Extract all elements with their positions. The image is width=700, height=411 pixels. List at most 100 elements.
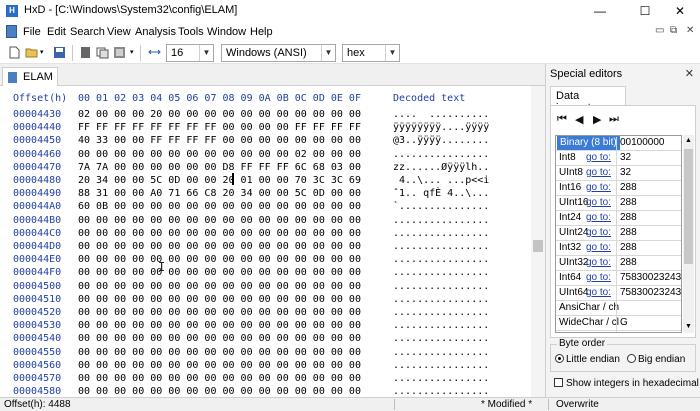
inspector-row[interactable]: Int24 go to: 288 xyxy=(556,211,681,227)
inspector-row[interactable]: UInt32 go to: 288 xyxy=(556,256,681,272)
row-hex-bytes[interactable]: 00 00 00 00 00 00 00 00 00 00 00 00 00 0… xyxy=(78,228,361,239)
row-hex-bytes[interactable]: 88 31 00 00 A0 71 66 C8 20 34 00 00 5C 0… xyxy=(78,188,361,199)
row-decoded-text[interactable]: ˆ1.. qfÈ 4..\... xyxy=(393,188,489,199)
open-dropdown-icon[interactable]: ▾ xyxy=(40,48,44,56)
inspector-row[interactable]: UInt24 go to: 288 xyxy=(556,226,681,242)
mdi-minimize-button[interactable]: ▭ xyxy=(655,25,664,36)
row-hex-bytes[interactable]: 20 34 00 00 5C 0D 00 00 20 01 00 00 70 3… xyxy=(78,175,361,186)
multi-window-icon[interactable] xyxy=(96,46,109,59)
inspector-value[interactable]: 288 xyxy=(616,242,681,257)
hex-row[interactable]: 00004510 00 00 00 00 00 00 00 00 00 00 00… xyxy=(0,294,530,307)
hex-row[interactable]: 000044D0 00 00 00 00 00 00 00 00 00 00 00… xyxy=(0,241,530,254)
maximize-button[interactable]: ☐ xyxy=(625,0,665,22)
inspector-row[interactable]: UInt8 go to: 32 xyxy=(556,166,681,182)
row-hex-bytes[interactable]: 00 00 00 00 00 00 00 00 00 00 00 00 00 0… xyxy=(78,373,361,384)
row-hex-bytes[interactable]: 00 00 00 00 00 00 00 00 00 00 00 00 00 0… xyxy=(78,386,361,397)
inspector-value[interactable]: Ġ xyxy=(616,317,681,332)
row-decoded-text[interactable]: ................ xyxy=(393,254,489,265)
goto-link[interactable]: go to: xyxy=(586,227,613,238)
new-file-icon[interactable] xyxy=(8,46,21,59)
row-hex-bytes[interactable]: 00 00 00 00 00 00 00 00 00 00 00 00 00 0… xyxy=(78,241,361,252)
checkbox-icon[interactable] xyxy=(554,378,563,387)
inspector-value[interactable]: 288 xyxy=(616,257,681,272)
goto-link[interactable]: go to: xyxy=(586,242,613,253)
close-icon[interactable]: ✕ xyxy=(685,67,694,80)
row-hex-bytes[interactable]: 00 00 00 00 00 00 00 00 00 00 00 00 00 0… xyxy=(78,360,361,371)
inspector-row[interactable]: Int16 go to: 288 xyxy=(556,181,681,197)
row-hex-bytes[interactable]: 00 00 00 00 00 00 00 00 00 00 00 00 02 0… xyxy=(78,149,361,160)
chevron-down-icon[interactable]: ▼ xyxy=(321,45,335,61)
row-hex-bytes[interactable]: 00 00 00 00 00 00 00 00 00 00 00 00 00 0… xyxy=(78,254,361,265)
row-decoded-text[interactable]: ................ xyxy=(393,347,489,358)
hex-row[interactable]: 00004490 88 31 00 00 A0 71 66 C8 20 34 00… xyxy=(0,188,530,201)
inspector-row[interactable]: Int8 go to: 32 xyxy=(556,151,681,167)
inspector-row[interactable]: WideChar / cl Ġ xyxy=(556,316,681,332)
bytes-per-row-combo[interactable]: 16 ▼ xyxy=(166,44,214,62)
goto-link[interactable]: go to: xyxy=(586,197,613,208)
menu-edit[interactable]: Edit xyxy=(47,26,66,38)
inspector-value[interactable]: 288 xyxy=(616,227,681,242)
offset-base-combo[interactable]: hex ▼ xyxy=(342,44,400,62)
row-hex-bytes[interactable]: 00 00 00 00 00 00 00 00 00 00 00 00 00 0… xyxy=(78,307,361,318)
menu-analysis[interactable]: Analysis xyxy=(135,26,176,38)
first-icon[interactable]: ⏮ xyxy=(557,113,567,126)
close-button[interactable]: ✕ xyxy=(660,0,700,22)
hex-row[interactable]: 000044E0 00 00 00 00 00 00 00 00 00 00 00… xyxy=(0,254,530,267)
sector-icon[interactable] xyxy=(113,46,126,59)
row-decoded-text[interactable]: ................ xyxy=(393,215,489,226)
mdi-restore-button[interactable]: ⧉ xyxy=(670,25,677,36)
row-decoded-text[interactable]: ................ xyxy=(393,241,489,252)
scroll-down-icon[interactable]: ▼ xyxy=(683,321,694,333)
inspector-row[interactable]: UInt64 go to: 758300232431 xyxy=(556,286,681,302)
inspector-row[interactable]: AnsiChar / ch xyxy=(556,301,681,317)
inspector-value[interactable]: 288 xyxy=(616,197,681,212)
row-decoded-text[interactable]: ................ xyxy=(393,281,489,292)
row-hex-bytes[interactable]: 7A 7A 00 00 00 00 00 00 D8 FF FF FF 6C 6… xyxy=(78,162,361,173)
menu-window[interactable]: Window xyxy=(207,26,246,38)
row-decoded-text[interactable]: 4..\... ...p<<i xyxy=(393,175,489,186)
row-hex-bytes[interactable]: 02 00 00 00 20 00 00 00 00 00 00 00 00 0… xyxy=(78,109,361,120)
inspector-value[interactable]: 00100000 xyxy=(616,137,681,152)
hex-row[interactable]: 00004530 00 00 00 00 00 00 00 00 00 00 00… xyxy=(0,320,530,333)
inspector-row[interactable]: Binary (8 bit) 00100000 xyxy=(556,136,681,152)
radio-selected-icon[interactable] xyxy=(555,354,564,363)
hex-row[interactable]: 00004500 00 00 00 00 00 00 00 00 00 00 00… xyxy=(0,281,530,294)
hex-row[interactable]: 00004560 00 00 00 00 00 00 00 00 00 00 00… xyxy=(0,360,530,373)
row-decoded-text[interactable]: ................ xyxy=(393,228,489,239)
goto-link[interactable]: go to: xyxy=(586,272,613,283)
inspector-row[interactable]: Int64 go to: 758300232431 xyxy=(556,271,681,287)
goto-link[interactable]: go to: xyxy=(586,212,613,223)
hex-row[interactable]: 000044B0 00 00 00 00 00 00 00 00 00 00 00… xyxy=(0,215,530,228)
previous-icon[interactable]: ◀ xyxy=(575,113,583,126)
hex-editor[interactable]: Offset(h) 00 01 02 03 04 05 06 07 08 09 … xyxy=(0,86,545,397)
row-hex-bytes[interactable]: 00 00 00 00 00 00 00 00 00 00 00 00 00 0… xyxy=(78,215,361,226)
goto-link[interactable]: go to: xyxy=(586,152,613,163)
row-decoded-text[interactable]: .... .......... xyxy=(393,109,489,120)
inspector-value[interactable] xyxy=(616,302,681,317)
hex-row[interactable]: 00004470 7A 7A 00 00 00 00 00 00 D8 FF FF… xyxy=(0,162,530,175)
row-decoded-text[interactable]: ................ xyxy=(393,386,489,397)
scrollbar-thumb[interactable] xyxy=(684,149,693,264)
hex-row[interactable]: 00004570 00 00 00 00 00 00 00 00 00 00 00… xyxy=(0,373,530,386)
hex-row[interactable]: 00004430 02 00 00 00 20 00 00 00 00 00 00… xyxy=(0,109,530,122)
inspector-scrollbar[interactable]: ▲ ▼ xyxy=(683,135,694,333)
row-hex-bytes[interactable]: FF FF FF FF FF FF FF FF 00 00 00 00 FF F… xyxy=(78,122,361,133)
row-hex-bytes[interactable]: 00 00 00 00 00 00 00 00 00 00 00 00 00 0… xyxy=(78,347,361,358)
open-folder-icon[interactable] xyxy=(25,46,38,59)
row-decoded-text[interactable]: zz......Øÿÿÿlh.. xyxy=(393,162,489,173)
hex-row[interactable]: 00004480 20 34 00 00 5C 0D 00 00 20 01 00… xyxy=(0,175,530,188)
row-decoded-text[interactable]: ................ xyxy=(393,360,489,371)
tab-elam[interactable]: ELAM xyxy=(2,67,58,86)
goto-link[interactable]: go to: xyxy=(586,287,613,298)
row-hex-bytes[interactable]: 00 00 00 00 00 00 00 00 00 00 00 00 00 0… xyxy=(78,281,361,292)
little-endian-radio[interactable]: Little endian xyxy=(555,354,620,365)
hex-row[interactable]: 000044F0 00 00 00 00 00 00 00 00 00 00 00… xyxy=(0,267,530,280)
row-decoded-text[interactable]: ................ xyxy=(393,294,489,305)
properties-icon[interactable] xyxy=(79,46,92,59)
menu-help[interactable]: Help xyxy=(250,26,273,38)
row-hex-bytes[interactable]: 00 00 00 00 00 00 00 00 00 00 00 00 00 0… xyxy=(78,267,361,278)
hex-row[interactable]: 00004450 40 33 00 00 FF FF FF FF 00 00 00… xyxy=(0,135,530,148)
hex-row[interactable]: 000044A0 60 0B 00 00 00 00 00 00 00 00 00… xyxy=(0,201,530,214)
row-decoded-text[interactable]: @3..ÿÿÿÿ........ xyxy=(393,135,489,146)
menu-tools[interactable]: Tools xyxy=(178,26,204,38)
